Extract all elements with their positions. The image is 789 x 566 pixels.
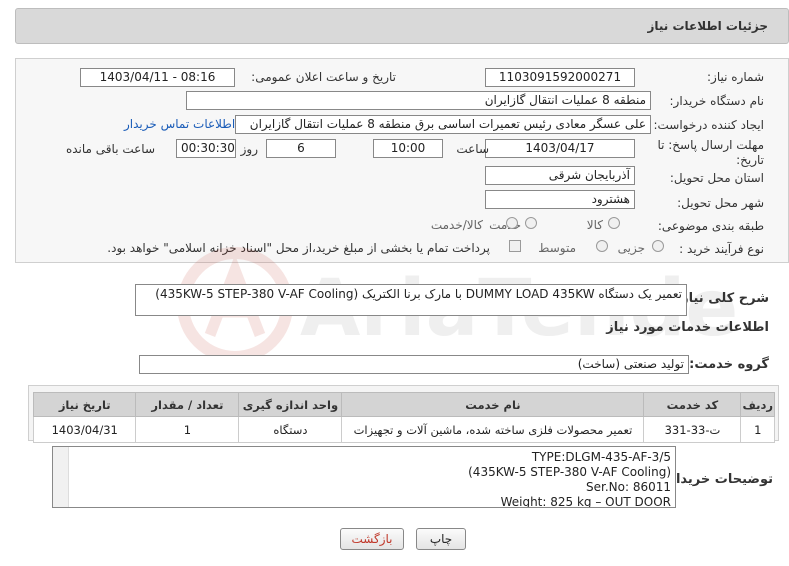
deadline-time-field: 10:00 [373,139,443,158]
cell-unit: دستگاه [238,416,343,443]
time-label: ساعت [456,142,489,156]
buyer-label: نام دستگاه خریدار: [669,94,765,108]
print-button[interactable]: چاپ [416,528,466,550]
cell-service-code: ت-33-331 [643,416,742,443]
cell-need-date: 1403/04/31 [32,416,137,443]
category-goods-service-radio[interactable] [506,217,518,229]
treasury-payment-checkbox[interactable] [509,240,521,252]
category-goods-radio[interactable] [608,217,620,229]
cell-service-name: تعمیر محصولات فلزی ساخته شده، ماشین آلات… [341,416,645,443]
purchase-minor-radio[interactable] [652,240,664,252]
need-info-section: شماره نیاز: 1103091592000271 تاریخ و ساع… [15,58,789,263]
summary-field: تعمیر یک دستگاه DUMMY LOAD 435KW با مارک… [135,284,687,316]
purchase-minor-label: جزیی [617,241,645,255]
notes-line: Weight: 825 kg – OUT DOOR [500,495,671,508]
table-header-row: ردیف کد خدمت نام خدمت واحد اندازه گیری ت… [32,392,775,417]
col-unit: واحد اندازه گیری [238,392,343,417]
announce-field: 1403/04/11 - 08:16 [80,68,235,87]
notes-line: TYPE:DLGM-435-AF-3/5 [531,450,671,464]
page-header: جزئیات اطلاعات نیاز [15,8,789,44]
buyer-field: منطقه 8 عملیات انتقال گازایران [186,91,651,110]
category-goods-label: کالا [586,218,603,232]
buyer-notes-label: توضیحات خریدار: [663,472,773,487]
services-title: اطلاعات خدمات مورد نیاز [606,320,769,335]
announce-label: تاریخ و ساعت اعلان عمومی: [251,70,396,84]
service-group-label: گروه خدمت: [689,357,769,372]
purchase-medium-label: متوسط [538,241,576,255]
city-label: شهر محل تحویل: [677,196,764,210]
services-table: ردیف کد خدمت نام خدمت واحد اندازه گیری ت… [32,392,775,443]
buyer-notes-field[interactable]: TYPE:DLGM-435-AF-3/5 (435KW-5 STEP-380 V… [52,446,676,508]
deadline-label: مهلت ارسال پاسخ: تا [657,138,764,152]
notes-line: (435KW-5 STEP-380 V-AF Cooling) [468,465,671,479]
purchase-medium-radio[interactable] [596,240,608,252]
remaining-time-field: 00:30:30 [176,139,236,158]
creator-label: ایجاد کننده درخواست: [653,118,764,132]
category-goods-service-label: کالا/خدمت [430,218,483,232]
treasury-payment-note: پرداخت تمام یا بخشی از مبلغ خرید،از محل … [107,241,490,255]
summary-label: شرح کلی نیاز: [675,291,769,306]
notes-scrollbar[interactable] [53,447,69,507]
deadline-date-field: 1403/04/17 [485,139,635,158]
need-number-label: شماره نیاز: [707,70,764,84]
cell-row-number: 1 [740,416,775,443]
city-field: هشترود [485,190,635,209]
remaining-label: ساعت باقی مانده [65,142,155,156]
col-need-date: تاریخ نیاز [32,392,137,417]
col-row-number: ردیف [740,392,775,417]
category-label: طبقه بندی موضوعی: [657,219,764,233]
need-number-field: 1103091592000271 [485,68,635,87]
creator-field: علی عسگر معادی رئیس تعمیرات اساسی برق من… [235,115,651,134]
province-label: استان محل تحویل: [669,171,764,185]
notes-line: Ser.No: 86011 [586,480,671,494]
service-group-field: تولید صنعتی (ساخت) [139,355,689,374]
days-field: 6 [266,139,336,158]
buyer-contact-link[interactable]: اطلاعات تماس خریدار [124,117,235,131]
back-button[interactable]: بازگشت [340,528,404,550]
col-service-code: کد خدمت [643,392,742,417]
table-row: 1 ت-33-331 تعمیر محصولات فلزی ساخته شده،… [32,416,775,443]
province-field: آذربایجان شرقی [485,166,635,185]
col-quantity: تعداد / مقدار [135,392,240,417]
col-service-name: نام خدمت [341,392,645,417]
page-title: جزئیات اطلاعات نیاز [647,19,768,33]
cell-quantity: 1 [135,416,240,443]
deadline-label-date: تاریخ: [736,153,764,167]
category-service-radio[interactable] [525,217,537,229]
purchase-type-label: نوع فرآیند خرید : [679,242,764,256]
